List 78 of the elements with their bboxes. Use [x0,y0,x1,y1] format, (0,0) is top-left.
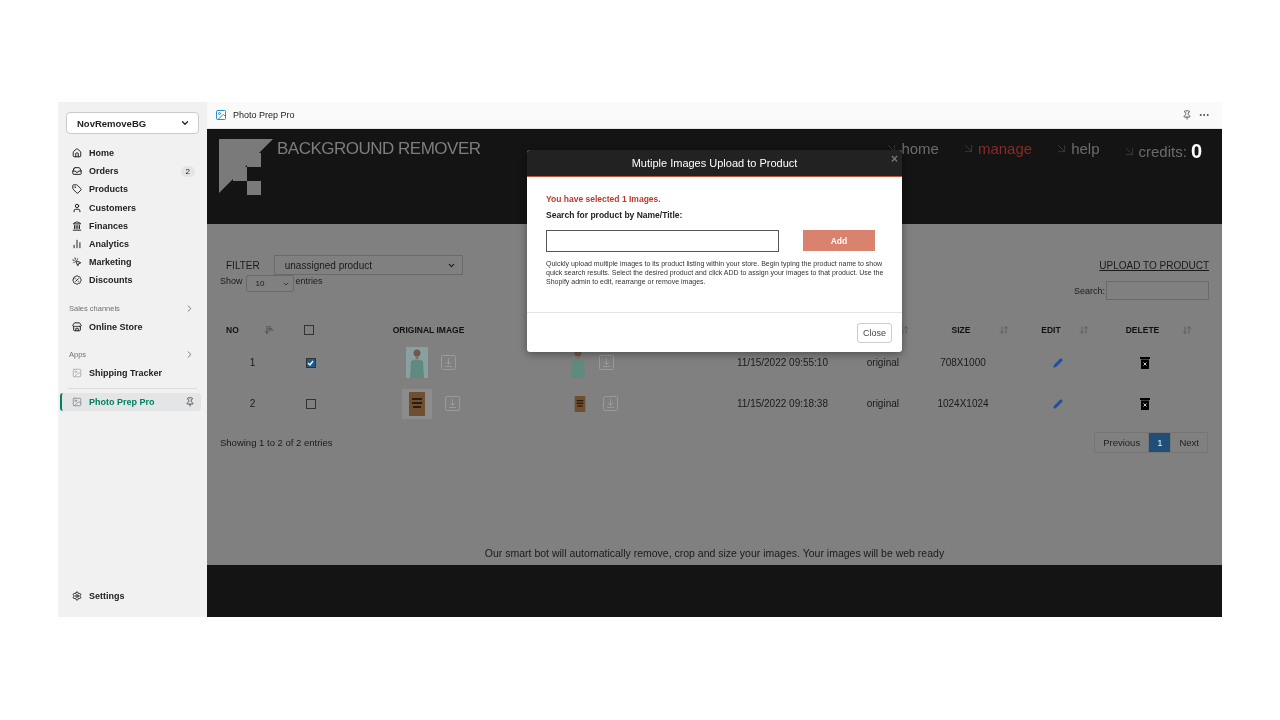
sidebar-item[interactable]: Home [60,144,201,163]
sidebar-icon [72,239,82,250]
sidebar-item[interactable]: Orders 2 [60,162,201,181]
sidebar-item[interactable]: Marketing [60,253,201,272]
close-button[interactable]: × [891,152,898,166]
entries-label: entries [295,276,323,286]
sidebar-icon [72,220,82,231]
sort-icon[interactable] [899,325,909,335]
sidebar-icon [72,166,82,177]
sidebar-icon [72,184,82,195]
page-button[interactable]: Previous [1095,433,1149,452]
row-checkbox[interactable] [305,357,316,368]
pin-icon[interactable] [1182,110,1192,120]
sidebar-icon [72,275,82,286]
pin-icon[interactable] [185,396,195,407]
close-button[interactable]: Close [857,322,892,343]
product-search-field[interactable] [546,230,779,252]
page-button[interactable]: Next [1170,433,1207,452]
sidebar-icon [72,202,82,213]
sidebar-item[interactable]: Products [60,180,201,199]
show-label: Show [220,276,243,286]
download-icon[interactable] [603,396,618,411]
download-icon[interactable] [599,355,614,370]
settings-icon [72,590,82,601]
entries-select[interactable]: 10 [245,275,294,292]
count-badge: 2 [180,165,195,177]
credits-value: 0 [1190,140,1202,163]
brand-title: BACKGROUND REMOVER [277,139,481,159]
type-cell: original [866,398,899,409]
credits-label: credits: 0 [1121,140,1202,163]
settings-item[interactable]: Settings [60,586,201,605]
download-icon[interactable] [440,355,456,370]
column-header: ORIGINAL IMAGE [392,325,465,335]
row-checkbox[interactable] [305,398,316,409]
sidebar-item[interactable]: Online Store [60,317,201,336]
date-cell: 11/15/2022 09:55:10 [737,357,828,368]
column-header: DELETE [1125,325,1160,335]
footer-note: Our smart bot will automatically remove, crop and size your images. Your images will be web ready [483,547,946,559]
sidebar-item[interactable]: Photo Prep Pro [60,392,201,412]
trash-icon[interactable] [1139,356,1150,369]
download-icon[interactable] [444,396,460,411]
entries-info: Showing 1 to 2 of 2 entries [220,437,333,448]
upload-link[interactable]: UPLOAD TO PRODUCT [1099,259,1209,271]
filter-label: FILTER [226,259,260,271]
filter-select[interactable]: unassigned product [273,255,463,275]
dialog-title: Mutiple Images Upload to Product [631,157,798,169]
row-number: 2 [248,398,256,409]
search-label: Search: [1073,285,1105,296]
sidebar-item[interactable]: Finances [60,216,201,235]
date-cell: 11/15/2022 09:18:38 [737,398,828,409]
logo-drawing [219,139,275,195]
edit-icon[interactable] [1053,398,1063,409]
edit-icon[interactable] [1053,357,1063,368]
row-number: 1 [248,357,256,368]
sidebar-icon [72,367,82,378]
column-header: SIZE [951,325,971,335]
caret-icon [180,118,190,128]
column-header: NO [225,325,239,335]
size-cell: 1024X1024 [937,398,989,409]
size-cell: 708X1000 [940,357,986,368]
sidebar-item[interactable]: Discounts [60,271,201,290]
checkbox[interactable] [303,325,314,335]
app-title: Photo Prep Pro [233,110,296,120]
selection-message: You have selected 1 Images. [546,194,662,204]
sidebar-item[interactable]: Analytics [60,234,201,254]
column-header: EDIT [1041,325,1061,335]
app-icon [215,109,227,121]
trash-icon[interactable] [1139,397,1150,410]
store-selector[interactable]: NovRemoveBG [66,112,199,134]
app-icon [72,396,82,407]
type-cell: original [866,357,899,368]
sidebar-icon [72,321,82,332]
page-button[interactable]: 1 [1148,433,1171,452]
sidebar-icon [72,257,82,268]
sidebar-item[interactable]: Shipping Tracker [60,363,201,382]
sidebar-item[interactable]: Customers [60,198,201,217]
field-label: Search for product by Name/Title: [546,210,684,220]
sidebar-icon [72,148,82,159]
